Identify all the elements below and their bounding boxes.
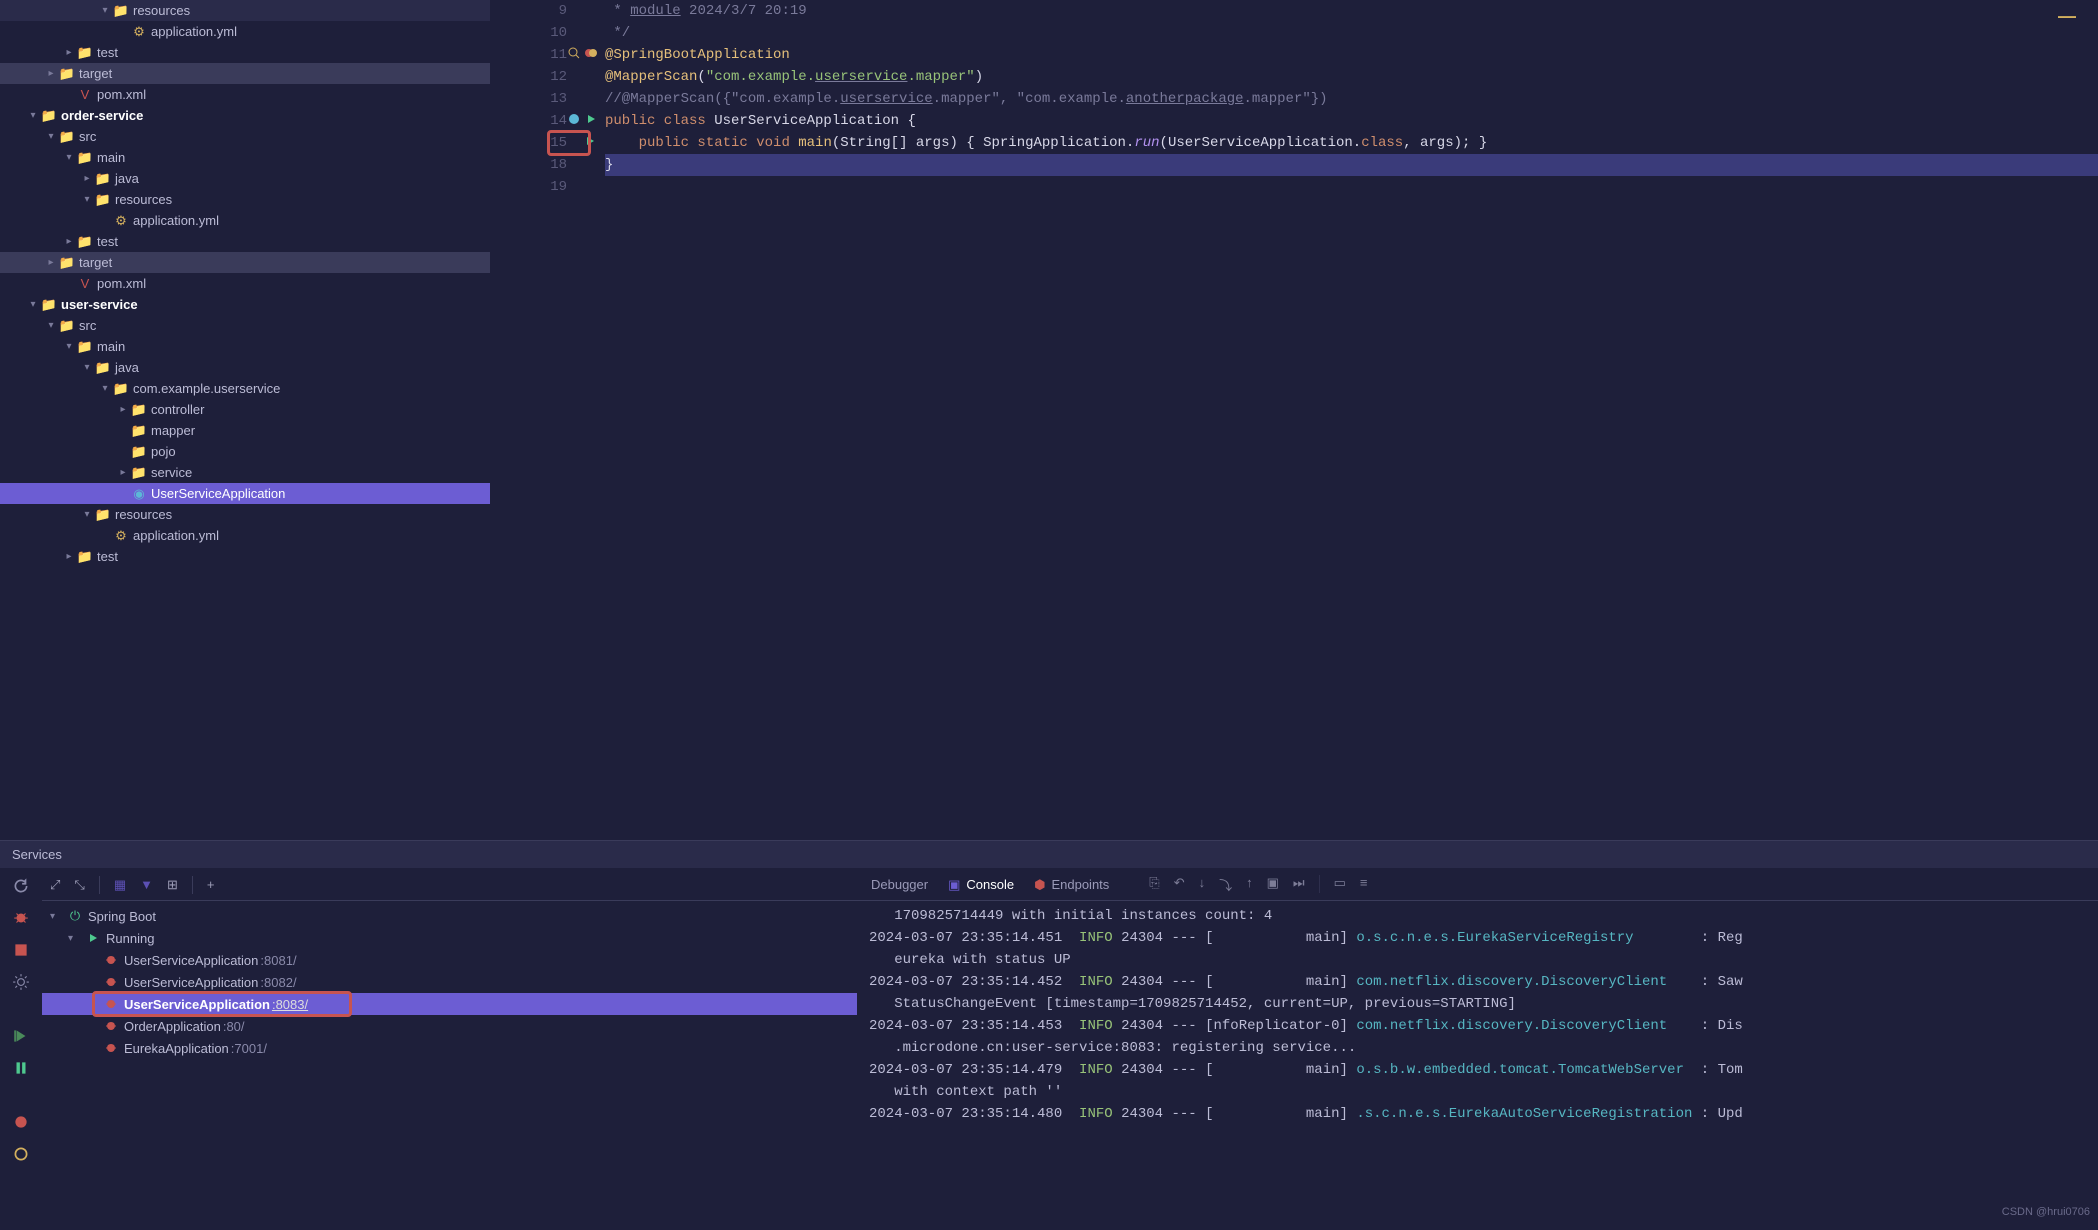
services-toolbar: ⤢ ⤡ ▦ ▼ ⊞ + — [42, 869, 857, 901]
tab-endpoints[interactable]: ⬢Endpoints — [1034, 877, 1109, 893]
run-config-item[interactable]: UserServiceApplication:8083/ — [42, 993, 857, 1015]
tree-item[interactable]: ▸📁test — [0, 42, 490, 63]
tree-item[interactable]: 📁mapper — [0, 420, 490, 441]
tree-item[interactable]: ▸📁controller — [0, 399, 490, 420]
run-gutter-highlight-box — [547, 130, 591, 156]
services-right-panel: Debugger ▣Console ⬢Endpoints ⎘ ↶ ↓ ⤵ ↑ ▣… — [857, 869, 2098, 1230]
services-panel: Services ⤢ ⤡ ▦ ▼ ⊞ + ▾⏻Spr — [0, 840, 2098, 1230]
tree-item[interactable]: ▸📁java — [0, 168, 490, 189]
skip-icon[interactable]: ⏭ — [1293, 875, 1305, 894]
tree-item[interactable]: ▾📁com.example.userservice — [0, 378, 490, 399]
console-output[interactable]: 1709825714449 with initial instances cou… — [857, 901, 2098, 1230]
tree-item[interactable]: ⚙application.yml — [0, 525, 490, 546]
tree-item[interactable]: ▾📁resources — [0, 189, 490, 210]
run-config-item[interactable]: OrderApplication:80/ — [42, 1015, 857, 1037]
resume-icon[interactable] — [12, 1027, 30, 1045]
filter-icon[interactable]: ▼ — [140, 877, 153, 892]
breakpoint-icon[interactable] — [12, 1113, 30, 1131]
tree-item[interactable]: ▸📁target — [0, 63, 490, 84]
tree-item[interactable]: ▾📁resources — [0, 504, 490, 525]
tree-item[interactable]: 📁pojo — [0, 441, 490, 462]
grid-icon[interactable]: ▦ — [114, 877, 126, 893]
services-left-panel: ⤢ ⤡ ▦ ▼ ⊞ + ▾⏻Spring Boot▾RunningUserSer… — [42, 869, 857, 1230]
expand-all-icon[interactable]: ⤢ — [50, 877, 60, 893]
run-configurations-tree[interactable]: ▾⏻Spring Boot▾RunningUserServiceApplicat… — [42, 901, 857, 1230]
tab-debugger[interactable]: Debugger — [871, 877, 928, 892]
main-layout: ▾📁resources⚙application.yml▸📁test▸📁targe… — [0, 0, 2098, 840]
selected-run-highlight-box — [92, 991, 352, 1017]
frame-icon[interactable]: ▣ — [1267, 875, 1279, 894]
rerun-icon[interactable] — [12, 877, 30, 895]
tab-console[interactable]: ▣Console — [948, 877, 1014, 893]
list-icon[interactable]: ≡ — [1360, 875, 1368, 894]
pause-icon[interactable] — [12, 1059, 30, 1077]
tree-item[interactable]: ⚙application.yml — [0, 210, 490, 231]
up-icon[interactable]: ↑ — [1246, 875, 1253, 894]
tree-item[interactable]: Vpom.xml — [0, 84, 490, 105]
editor-code[interactable]: * module 2024/3/7 20:19 */@SpringBootApp… — [575, 0, 2098, 840]
tree-item[interactable]: ▸📁test — [0, 231, 490, 252]
stop-icon[interactable] — [12, 941, 30, 959]
code-editor[interactable]: 91011121314151819 * module 2024/3/7 20:1… — [490, 0, 2098, 840]
add-icon[interactable]: + — [207, 877, 215, 892]
step-icon[interactable]: ⤵ — [1219, 875, 1232, 894]
tree-item[interactable]: ▸📁target — [0, 252, 490, 273]
tree-item[interactable]: ▾📁main — [0, 147, 490, 168]
tree-item[interactable]: ▸📁test — [0, 546, 490, 567]
spring-boot-node[interactable]: ▾⏻Spring Boot — [42, 905, 857, 927]
project-tree[interactable]: ▾📁resources⚙application.yml▸📁test▸📁targe… — [0, 0, 490, 840]
tree-item[interactable]: ▾📁src — [0, 126, 490, 147]
bug-icon[interactable] — [12, 909, 30, 927]
minimize-icon[interactable]: — — [2058, 6, 2076, 27]
console-toolbar: Debugger ▣Console ⬢Endpoints ⎘ ↶ ↓ ⤵ ↑ ▣… — [857, 869, 2098, 901]
eval-icon[interactable]: ▭ — [1334, 875, 1346, 894]
editor-gutter: 91011121314151819 — [490, 0, 575, 840]
run-config-item[interactable]: UserServiceApplication:8082/ — [42, 971, 857, 993]
watermark: CSDN @hrui0706 — [2002, 1206, 2090, 1218]
run-config-item[interactable]: EurekaApplication:7001/ — [42, 1037, 857, 1059]
down-icon[interactable]: ↓ — [1199, 875, 1206, 894]
running-node[interactable]: ▾Running — [42, 927, 857, 949]
circle-icon[interactable] — [12, 1145, 30, 1163]
tree-item[interactable]: ▾📁order-service — [0, 105, 490, 126]
tree-item[interactable]: Vpom.xml — [0, 273, 490, 294]
tree-item[interactable]: ▾📁java — [0, 357, 490, 378]
tree-item[interactable]: ◉UserServiceApplication — [0, 483, 490, 504]
services-sidebar — [0, 869, 42, 1230]
tree-item[interactable]: ▾📁resources — [0, 0, 490, 21]
tree-item[interactable]: ▾📁src — [0, 315, 490, 336]
run-config-item[interactable]: UserServiceApplication:8081/ — [42, 949, 857, 971]
tree-item[interactable]: ▸📁service — [0, 462, 490, 483]
new-icon[interactable]: ⊞ — [167, 877, 178, 893]
tree-item[interactable]: ⚙application.yml — [0, 21, 490, 42]
undo-icon[interactable]: ↶ — [1174, 875, 1185, 894]
copy-icon[interactable]: ⎘ — [1149, 875, 1159, 894]
tree-item[interactable]: ▾📁main — [0, 336, 490, 357]
services-header[interactable]: Services — [0, 841, 2098, 869]
tree-item[interactable]: ▾📁user-service — [0, 294, 490, 315]
settings-icon[interactable] — [12, 973, 30, 991]
services-body: ⤢ ⤡ ▦ ▼ ⊞ + ▾⏻Spring Boot▾RunningUserSer… — [0, 869, 2098, 1230]
collapse-all-icon[interactable]: ⤡ — [74, 877, 84, 893]
